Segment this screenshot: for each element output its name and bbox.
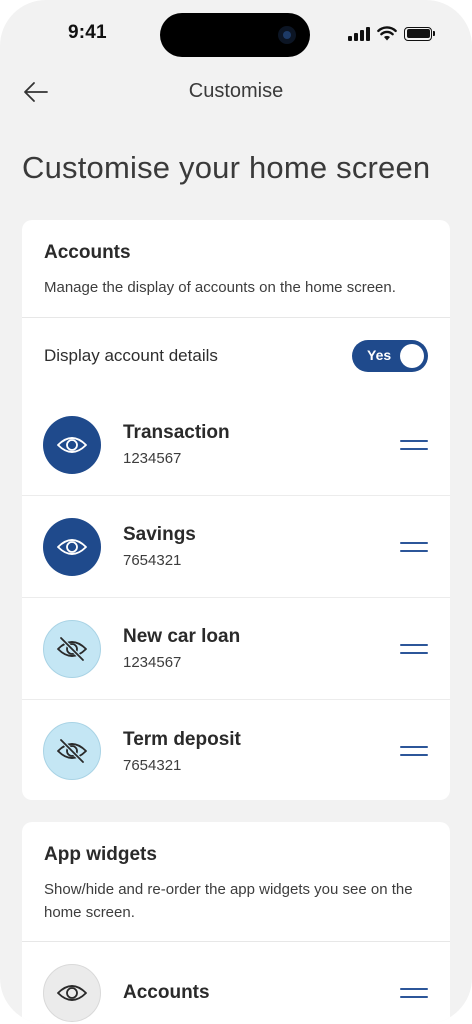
display-account-details-row: Display account details Yes — [22, 318, 450, 394]
page-title: Customise your home screen — [22, 150, 431, 185]
dynamic-island — [160, 13, 310, 57]
account-name: Term deposit — [123, 728, 241, 750]
cellular-signal-icon — [348, 26, 370, 41]
visibility-toggle-term-deposit[interactable] — [43, 722, 101, 780]
phone-screen: 9:41 Customise Customise your home scree… — [0, 0, 472, 1024]
account-number: 1234567 — [123, 450, 182, 467]
widget-info: Accounts — [123, 982, 400, 1004]
visibility-toggle-new-car-loan[interactable] — [43, 619, 101, 678]
nav-bar: Customise — [0, 72, 472, 112]
account-info: Savings 7654321 — [123, 524, 400, 569]
eye-icon — [57, 436, 87, 453]
status-icons — [348, 26, 435, 41]
eye-icon — [57, 538, 87, 555]
account-number: 7654321 — [123, 552, 182, 569]
toggle-knob — [400, 344, 424, 368]
account-row-savings: Savings 7654321 — [22, 496, 450, 598]
status-bar: 9:41 — [0, 0, 472, 70]
account-number: 7654321 — [123, 756, 182, 774]
widget-name: Accounts — [123, 982, 210, 1003]
status-time: 9:41 — [68, 22, 107, 43]
visibility-toggle-savings[interactable] — [43, 517, 101, 576]
nav-title: Customise — [188, 80, 284, 102]
account-info: New car loan 1234567 — [123, 626, 400, 671]
app-widgets-card-header: App widgets Show/hide and re-order the a… — [22, 822, 450, 942]
toggle-value: Yes — [367, 347, 392, 363]
account-row-new-car-loan: New car loan 1234567 — [22, 598, 450, 700]
account-info: Transaction 1234567 — [123, 422, 400, 467]
widget-row-accounts: Accounts — [22, 942, 450, 1024]
camera-icon — [278, 26, 296, 44]
battery-icon — [404, 26, 435, 41]
accounts-card-description: Manage the display of accounts on the ho… — [44, 279, 396, 296]
app-widgets-card: App widgets Show/hide and re-order the a… — [22, 822, 450, 1024]
eye-off-icon — [57, 636, 87, 661]
visibility-toggle-transaction[interactable] — [43, 415, 101, 474]
drag-handle-icon[interactable] — [400, 540, 428, 554]
visibility-toggle-widget-accounts[interactable] — [43, 964, 101, 1022]
account-row-term-deposit: Term deposit 7654321 — [22, 700, 450, 800]
drag-handle-icon[interactable] — [400, 986, 428, 1000]
drag-handle-icon[interactable] — [400, 438, 428, 452]
display-account-details-label: Display account details — [44, 346, 218, 365]
accounts-card-title: Accounts — [44, 242, 131, 263]
account-name: Transaction — [123, 422, 230, 443]
drag-handle-icon[interactable] — [400, 744, 428, 758]
app-widgets-card-title: App widgets — [44, 844, 157, 865]
eye-icon — [57, 985, 87, 1001]
accounts-card-header: Accounts Manage the display of accounts … — [22, 220, 450, 318]
account-info: Term deposit 7654321 — [123, 729, 400, 774]
accounts-card: Accounts Manage the display of accounts … — [22, 220, 450, 800]
account-number: 1234567 — [123, 654, 182, 671]
drag-handle-icon[interactable] — [400, 642, 428, 656]
wifi-icon — [377, 26, 397, 41]
account-row-transaction: Transaction 1234567 — [22, 394, 450, 496]
account-name: New car loan — [123, 626, 241, 647]
display-account-details-toggle[interactable]: Yes — [352, 340, 428, 372]
account-name: Savings — [123, 524, 196, 545]
app-widgets-card-description: Show/hide and re-order the app widgets y… — [44, 881, 413, 921]
eye-off-icon — [57, 738, 87, 764]
